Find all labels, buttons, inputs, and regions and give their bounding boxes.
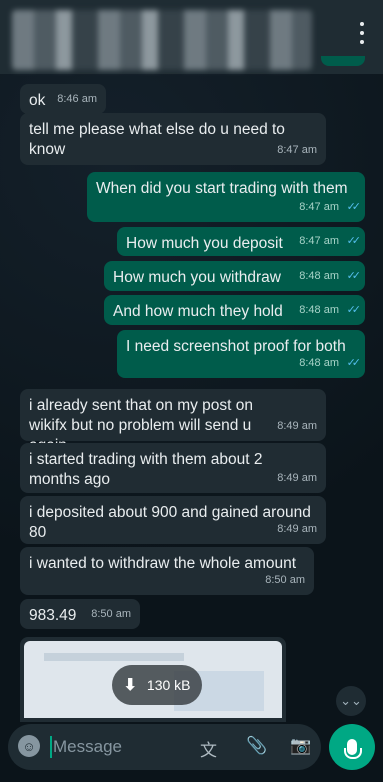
message-bubble-incoming[interactable]: ok 8:46 am [20, 84, 106, 114]
message-bubble-outgoing[interactable]: I need screenshot proof for both 8:48 am… [117, 330, 365, 378]
message-time: 8:46 am [57, 93, 97, 105]
message-time: 8:47 am [277, 144, 317, 156]
message-input[interactable]: Message [53, 737, 122, 757]
read-ticks-icon: ✓✓ [346, 270, 362, 282]
message-bubble-outgoing[interactable]: When did you start trading with them 8:4… [87, 172, 365, 222]
message-bubble-outgoing[interactable]: And how much they hold 8:48 am ✓✓ [104, 295, 365, 325]
message-bubble-incoming[interactable]: tell me please what else do u need to kn… [20, 113, 326, 165]
attach-icon[interactable]: 📎 [246, 736, 267, 756]
message-time: 8:48 am [299, 304, 339, 316]
message-text: And how much they hold [113, 303, 283, 320]
message-time: 8:49 am [277, 523, 317, 535]
previous-outgoing-bubble-edge [321, 56, 365, 66]
emoji-icon[interactable]: ☺ [18, 735, 40, 757]
message-text: How much you withdraw [113, 269, 281, 286]
message-text: i wanted to withdraw the whole amount [29, 555, 297, 572]
read-ticks-icon: ✓✓ [346, 235, 362, 247]
message-time: 8:47 am [299, 201, 339, 213]
message-bubble-incoming[interactable]: i wanted to withdraw the whole amount 8:… [20, 547, 314, 595]
mic-button[interactable] [329, 724, 375, 770]
image-thumbnail: ⬇ 130 kB [24, 641, 282, 718]
message-time: 8:49 am [277, 472, 317, 484]
message-bubble-incoming[interactable]: 983.49 8:50 am [20, 599, 140, 629]
message-text: i started trading with them about 2 mont… [29, 451, 263, 488]
message-bubble-incoming[interactable]: i already sent that on my post on wikifx… [20, 389, 326, 454]
scroll-to-bottom-button[interactable]: ⌄⌄ [336, 686, 366, 716]
chevrons-down-icon: ⌄⌄ [340, 693, 362, 708]
message-time: 8:48 am [299, 357, 339, 369]
read-ticks-icon: ✓✓ [346, 304, 362, 316]
more-vertical-icon[interactable] [355, 22, 369, 44]
translate-icon[interactable]: 文 [200, 736, 217, 761]
message-bubble-incoming[interactable]: i deposited about 900 and gained around … [20, 496, 326, 544]
message-text: 983.49 [29, 607, 77, 624]
message-bubble-outgoing[interactable]: How much you deposit 8:47 am ✓✓ [117, 227, 365, 256]
mic-icon [344, 739, 362, 759]
message-time: 8:50 am [91, 608, 131, 620]
message-time: 8:49 am [277, 420, 317, 432]
message-text: tell me please what else do u need to kn… [29, 121, 285, 158]
download-button[interactable]: ⬇ 130 kB [112, 665, 202, 705]
message-time: 8:47 am [299, 235, 339, 247]
text-caret [50, 736, 52, 758]
image-message[interactable]: ⬇ 130 kB [20, 637, 286, 722]
message-bubble-outgoing[interactable]: How much you withdraw 8:48 am ✓✓ [104, 261, 365, 291]
message-time: 8:48 am [299, 270, 339, 282]
message-text: How much you deposit [126, 235, 283, 252]
message-text: When did you start trading with them [96, 180, 348, 197]
read-ticks-icon: ✓✓ [346, 201, 362, 213]
message-time: 8:50 am [265, 574, 305, 586]
message-text: ok [29, 92, 46, 109]
file-size: 130 kB [146, 677, 191, 693]
download-icon: ⬇ [123, 677, 137, 694]
camera-icon[interactable]: 📷 [290, 736, 311, 756]
blurred-contact-info [12, 10, 312, 70]
read-ticks-icon: ✓✓ [346, 357, 362, 369]
message-composer[interactable]: ☺ Message 文 📎 📷 [8, 724, 321, 770]
message-bubble-incoming[interactable]: i started trading with them about 2 mont… [20, 443, 326, 493]
